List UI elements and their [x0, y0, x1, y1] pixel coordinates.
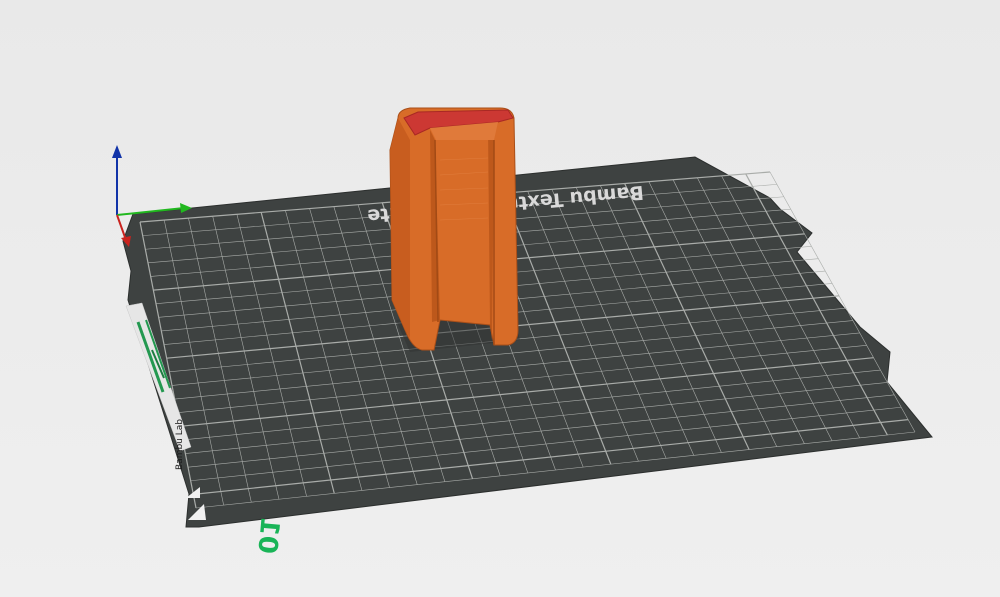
svg-text:Bambu Lab: Bambu Lab — [175, 419, 185, 470]
y-axis — [116, 214, 127, 241]
build-plate-scene[interactable]: Bambu Lab Bambu Textured PEI Plate 01 — [0, 0, 1000, 597]
plate-number[interactable]: 01 — [251, 516, 284, 555]
3d-viewport[interactable]: Bambu Lab Bambu Textured PEI Plate 01 — [0, 0, 1000, 597]
z-axis-arrow-icon — [112, 145, 122, 158]
plate-logo: Bambu Lab — [175, 419, 185, 470]
svg-text:01: 01 — [251, 516, 284, 555]
model-box-part[interactable] — [389, 107, 519, 351]
